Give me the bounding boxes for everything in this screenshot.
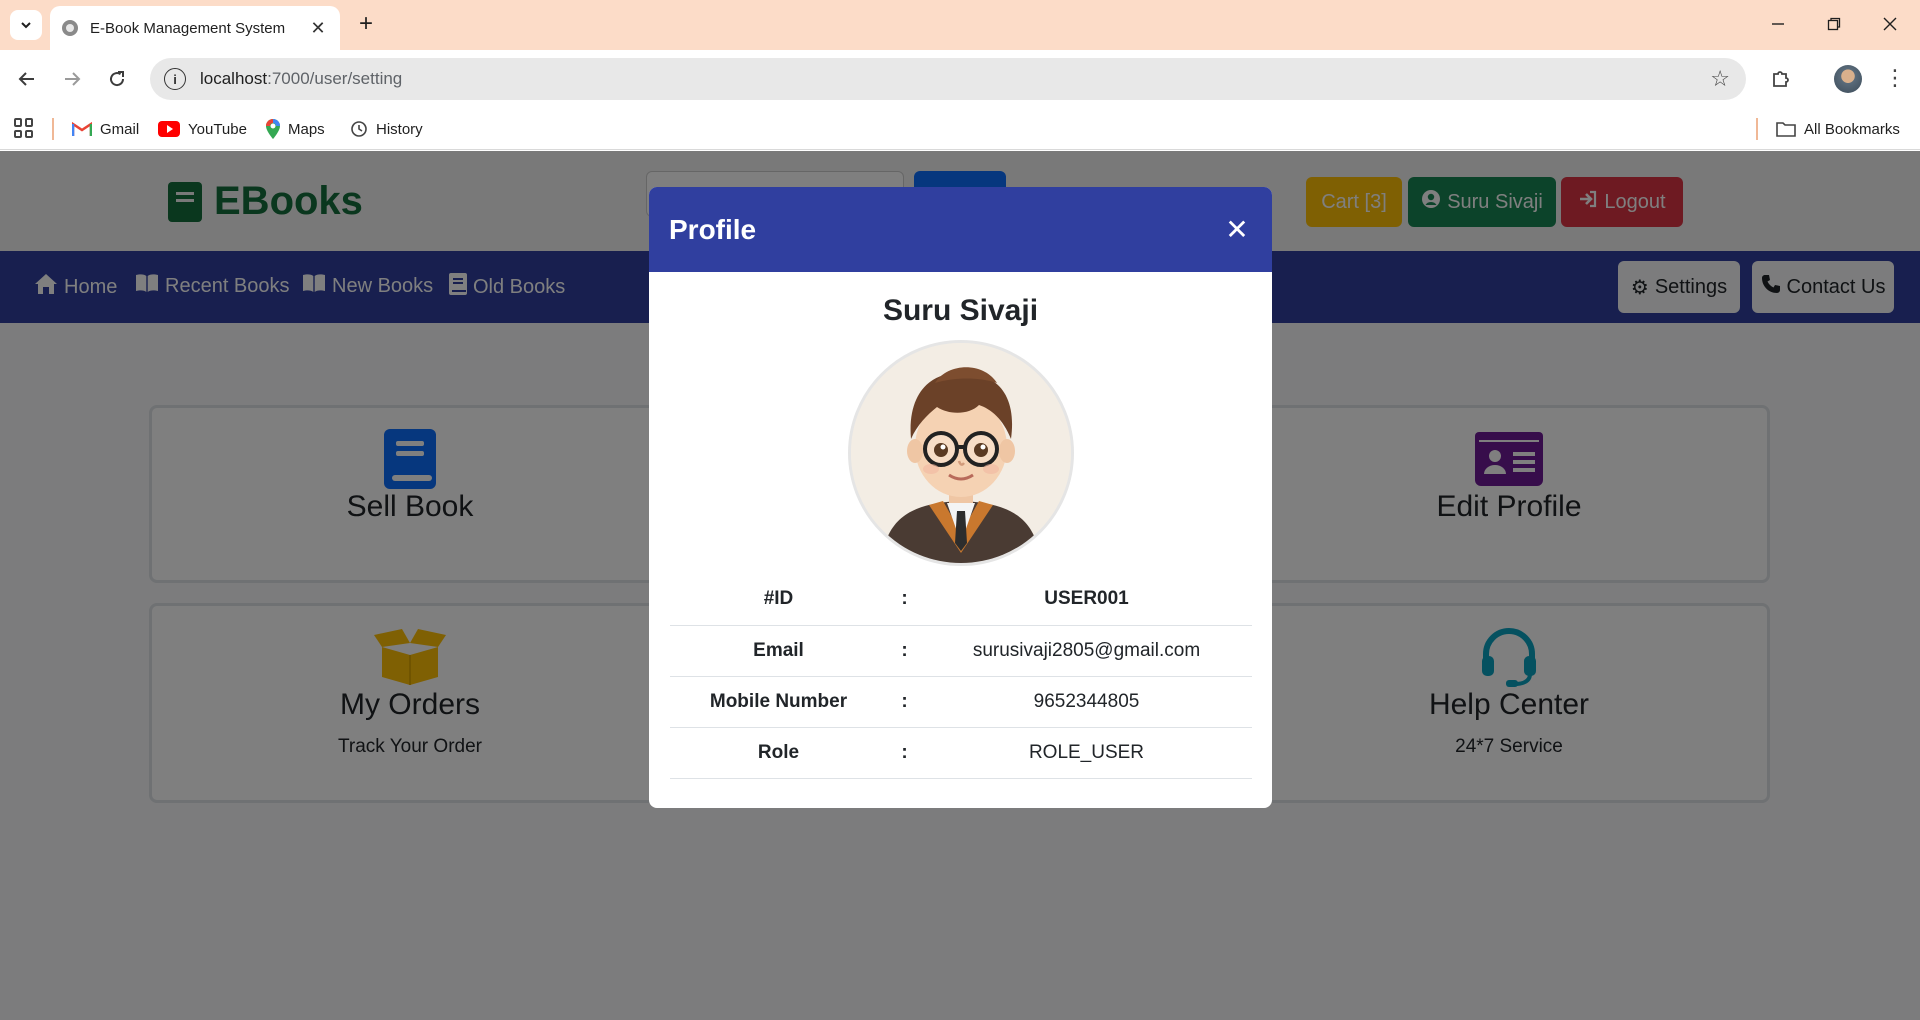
url-path: :7000/user/setting (267, 69, 403, 88)
close-window-button[interactable] (1870, 8, 1910, 40)
bookmark-youtube[interactable]: YouTube (158, 118, 247, 140)
maps-pin-icon (266, 119, 280, 139)
bookmark-history[interactable]: History (350, 118, 423, 140)
bookmark-gmail[interactable]: Gmail (72, 118, 139, 140)
bookmarks-divider (52, 118, 54, 140)
row-label: Email (669, 625, 888, 677)
table-row: Email : surusivaji2805@gmail.com (669, 625, 1252, 677)
profile-details-table: #ID : USER001 Email : surusivaji2805@gma… (669, 574, 1252, 779)
tab-title: E-Book Management System (90, 19, 286, 37)
bookmark-label: Gmail (100, 120, 140, 138)
row-value: surusivaji2805@gmail.com (921, 625, 1252, 677)
row-label: Mobile Number (669, 676, 888, 728)
bookmark-label: Maps (288, 120, 325, 138)
forward-button[interactable] (55, 62, 89, 96)
profile-name: Suru Sivaji (882, 294, 1039, 327)
restore-button[interactable] (1814, 8, 1854, 40)
row-label: #ID (669, 574, 888, 626)
youtube-icon (158, 121, 180, 137)
site-info-icon[interactable]: i (164, 68, 186, 90)
all-bookmarks-label: All Bookmarks (1804, 120, 1900, 138)
row-value: ROLE_USER (921, 727, 1252, 779)
row-separator: : (887, 625, 922, 677)
modal-header: Profile ✕ (649, 187, 1272, 272)
table-row: Role : ROLE_USER (669, 727, 1252, 779)
browser-tab-strip: E-Book Management System ✕ + (0, 0, 1920, 50)
modal-title: Profile (669, 213, 757, 245)
row-value: 9652344805 (921, 676, 1252, 728)
browser-tab[interactable]: E-Book Management System ✕ (50, 6, 340, 50)
url-host: localhost (200, 69, 268, 88)
browser-toolbar: i localhost:7000/user/setting ☆ ⋮ (0, 50, 1920, 108)
new-tab-button[interactable]: + (352, 10, 380, 40)
menu-kebab-icon[interactable]: ⋮ (1880, 64, 1910, 94)
bookmarks-divider (1756, 118, 1758, 140)
bookmark-maps[interactable]: Maps (266, 118, 325, 140)
profile-avatar-icon[interactable] (1834, 65, 1862, 93)
row-separator: : (887, 676, 922, 728)
reload-icon (110, 71, 125, 87)
profile-modal: Profile ✕ Suru Sivaji #ID: USER001 Emai… (649, 187, 1272, 808)
minimize-icon (1772, 23, 1784, 25)
table-row: Mobile Number : 9652344805 (669, 676, 1252, 728)
row-separator: : (887, 727, 922, 779)
apps-grid-icon[interactable] (14, 118, 34, 138)
all-bookmarks-button[interactable]: All Bookmarks (1776, 118, 1900, 140)
bookmark-label: YouTube (188, 120, 247, 138)
reload-button[interactable] (100, 62, 134, 96)
restore-icon (1827, 17, 1841, 31)
globe-icon (62, 20, 78, 36)
close-tab-icon[interactable]: ✕ (308, 18, 328, 39)
arrow-left-icon (18, 72, 34, 86)
url-text[interactable]: localhost:7000/user/setting (200, 69, 1710, 89)
chevron-down-icon (21, 22, 31, 29)
row-value: USER001 (921, 574, 1252, 626)
table-row: #ID : USER001 (669, 574, 1252, 626)
bookmark-star-icon[interactable]: ☆ (1710, 66, 1730, 92)
back-button[interactable] (10, 62, 44, 96)
gmail-icon (72, 121, 92, 137)
row-separator: : (887, 574, 922, 626)
close-icon (1883, 17, 1897, 31)
row-label: Role (669, 727, 888, 779)
close-icon[interactable]: ✕ (1222, 213, 1252, 246)
bookmark-label: History (376, 120, 423, 138)
arrow-right-icon (65, 72, 81, 86)
avatar (847, 340, 1074, 566)
folder-icon (1776, 121, 1796, 137)
avatar-illustration (850, 343, 1071, 563)
bookmarks-bar: Gmail YouTube Maps History All Bookmarks (0, 108, 1920, 150)
history-icon (350, 120, 368, 138)
address-bar[interactable]: i localhost:7000/user/setting ☆ (150, 58, 1746, 100)
minimize-button[interactable] (1758, 8, 1798, 40)
extensions-icon[interactable] (1766, 64, 1796, 94)
tab-search-button[interactable] (10, 10, 42, 40)
